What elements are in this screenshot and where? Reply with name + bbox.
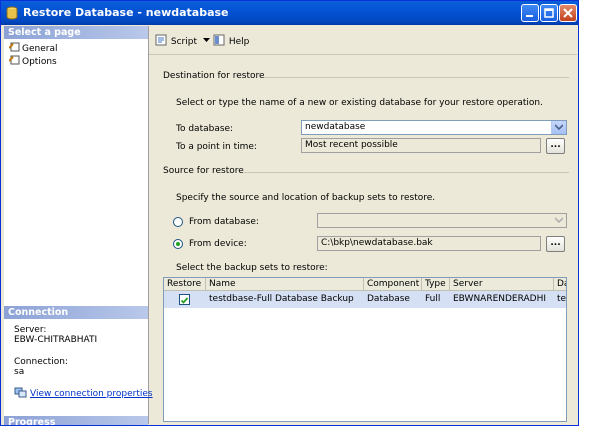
left-pane: Select a page General Options Connection…: [4, 26, 153, 425]
help-button[interactable]: Help: [213, 34, 249, 47]
from-device-browse-button[interactable]: ...: [546, 236, 565, 252]
connection-header: Connection: [4, 306, 148, 319]
connection-label: Connection:: [14, 357, 68, 367]
column-header-name[interactable]: Name: [206, 278, 364, 291]
page-item-options[interactable]: Options: [9, 55, 57, 67]
page-icon: [9, 42, 20, 52]
page-item-label: General: [22, 44, 58, 54]
source-description: Specify the source and location of backu…: [176, 193, 436, 203]
minimize-button[interactable]: [521, 4, 539, 22]
chevron-down-icon: [555, 124, 563, 130]
type-cell: Full: [422, 291, 450, 308]
from-database-radio[interactable]: [173, 217, 183, 227]
column-header-restore[interactable]: Restore: [164, 278, 206, 291]
restore-checkbox[interactable]: [179, 294, 190, 305]
backup-sets-grid[interactable]: Restore Name Component Type Server Da te…: [163, 277, 567, 422]
title-bar[interactable]: Restore Database - newdatabase: [1, 1, 578, 25]
point-in-time-field: Most recent possible: [301, 138, 541, 153]
destination-group-title: Destination for restore: [163, 71, 265, 81]
maximize-icon: [544, 8, 554, 18]
close-button[interactable]: [559, 4, 577, 22]
toolbar: Script Help: [149, 26, 577, 55]
server-label: Server:: [14, 325, 47, 335]
view-connection-properties[interactable]: View connection properties: [14, 387, 153, 399]
column-header-type[interactable]: Type: [422, 278, 450, 291]
script-label: Script: [170, 37, 197, 47]
checkmark-icon: [180, 297, 189, 304]
select-page-header: Select a page: [4, 26, 148, 39]
destination-divider: [264, 77, 569, 78]
from-device-radio[interactable]: [173, 239, 183, 249]
source-group-title: Source for restore: [163, 166, 244, 176]
radio-selected-dot: [176, 242, 180, 246]
destination-description: Select or type the name of a new or exis…: [176, 98, 543, 108]
column-header-server[interactable]: Server: [450, 278, 554, 291]
source-divider: [244, 172, 569, 173]
script-icon: [155, 34, 167, 46]
from-database-combobox: [317, 213, 567, 228]
connection-properties-icon: [14, 387, 27, 398]
server-cell: EBWNARENDERADHI: [450, 291, 554, 308]
progress-header: Progress: [4, 416, 148, 425]
help-icon: [213, 34, 225, 46]
server-value: EBW-CHITRABHATI: [14, 335, 98, 345]
from-device-label[interactable]: From device:: [189, 239, 247, 249]
name-cell: testdbase-Full Database Backup: [206, 291, 364, 308]
column-header-database[interactable]: Da: [554, 278, 566, 291]
view-connection-link[interactable]: View connection properties: [30, 389, 153, 399]
database-cell: te: [554, 291, 566, 308]
to-database-combobox[interactable]: newdatabase: [301, 120, 567, 135]
chevron-down-icon: [555, 217, 563, 223]
backup-sets-label: Select the backup sets to restore:: [176, 263, 328, 273]
page-item-label: Options: [22, 57, 57, 67]
minimize-icon: [526, 15, 533, 17]
database-icon: [6, 6, 18, 20]
help-label: Help: [228, 37, 250, 47]
general-page: Script Help Destination for restore Sele…: [149, 26, 577, 424]
component-cell: Database: [364, 291, 422, 308]
column-header-component[interactable]: Component: [364, 278, 422, 291]
restore-database-window: Restore Database - newdatabase Select a …: [0, 0, 579, 426]
to-database-dropdown[interactable]: [551, 121, 566, 134]
window-title: Restore Database - newdatabase: [23, 6, 229, 19]
page-icon: [9, 55, 20, 65]
chevron-down-icon[interactable]: [202, 38, 210, 43]
to-database-value: newdatabase: [305, 122, 366, 132]
close-icon: [563, 8, 573, 18]
point-in-time-label: To a point in time:: [176, 142, 257, 152]
script-button[interactable]: Script: [155, 34, 210, 47]
from-database-label[interactable]: From database:: [189, 217, 259, 227]
point-in-time-browse-button[interactable]: ...: [546, 138, 565, 154]
from-database-dropdown: [552, 214, 566, 227]
to-database-label: To database:: [176, 124, 234, 134]
connection-value: sa: [14, 367, 25, 377]
restore-cell[interactable]: [164, 291, 206, 308]
from-device-field: C:\bkp\newdatabase.bak: [317, 236, 541, 251]
maximize-button[interactable]: [540, 4, 558, 22]
page-item-general[interactable]: General: [9, 42, 57, 54]
